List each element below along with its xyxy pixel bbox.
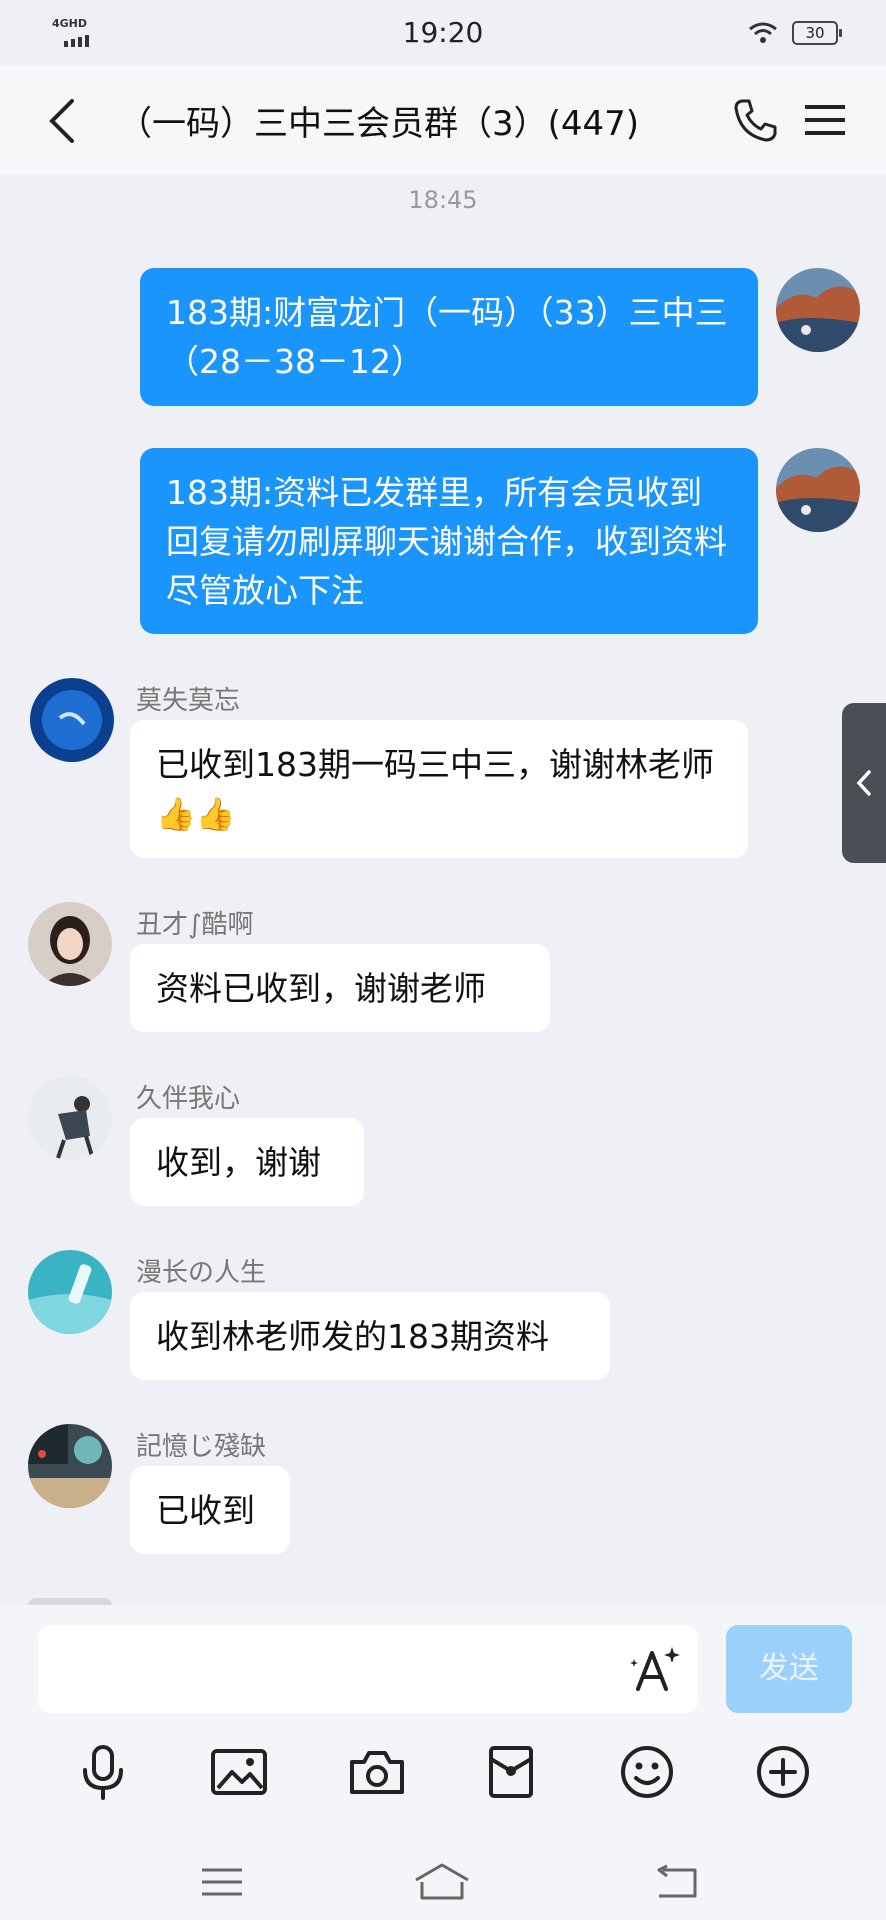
avatar-landscape-icon <box>776 448 860 532</box>
message-text: 183期:财富龙门（一码）（33）三中三（28－38－12） <box>166 293 728 381</box>
message-text: 资料已收到，谢谢老师 <box>156 969 486 1008</box>
red-packet-icon <box>489 1746 533 1798</box>
nav-menu-button[interactable] <box>192 1857 252 1907</box>
microphone-icon <box>83 1745 123 1800</box>
chevron-left-icon <box>49 99 74 143</box>
camera-icon <box>350 1751 404 1794</box>
menu-button[interactable] <box>800 94 850 146</box>
message-input[interactable] <box>38 1625 698 1713</box>
avatar[interactable] <box>776 448 860 532</box>
phone-icon <box>734 99 777 142</box>
avatar-bottle-icon <box>28 1250 112 1334</box>
avatar-person-icon <box>28 902 112 986</box>
avatar[interactable] <box>30 678 114 762</box>
nav-home-button[interactable] <box>412 1857 472 1907</box>
message-text: 收到，谢谢 <box>156 1143 321 1182</box>
camera-button[interactable] <box>342 1737 412 1807</box>
avatar-landscape-icon <box>776 268 860 352</box>
side-panel-toggle[interactable] <box>842 703 886 863</box>
avatar[interactable] <box>28 902 112 986</box>
incoming-message[interactable]: 已收到183期一码三中三，谢谢林老师 👍👍 <box>130 720 748 858</box>
font-style-button[interactable] <box>628 1645 682 1695</box>
emoji-button[interactable] <box>612 1737 682 1807</box>
avatar[interactable] <box>28 1250 112 1334</box>
composer-area: 发送 <box>0 1605 886 1920</box>
nav-back-button[interactable] <box>646 1857 706 1907</box>
red-packet-button[interactable] <box>476 1737 546 1807</box>
sender-name: 丑才∫酷啊 <box>136 910 254 940</box>
avatar[interactable] <box>28 1076 112 1160</box>
message-text: 收到林老师发的183期资料 <box>156 1317 549 1356</box>
message-text: 已收到 <box>156 1491 255 1530</box>
smiley-icon <box>621 1746 673 1798</box>
outgoing-message[interactable]: 183期:财富龙门（一码）（33）三中三（28－38－12） <box>140 268 758 406</box>
message-text: 183期:资料已发群里，所有会员收到回复请勿刷屏聊天谢谢合作，收到资料尽管放心下… <box>166 473 727 610</box>
message-text: 已收到183期一码三中三，谢谢林老师 <box>156 745 714 784</box>
sender-name: 莫失莫忘 <box>136 686 241 716</box>
incoming-message[interactable]: 资料已收到，谢谢老师 <box>130 944 550 1032</box>
avatar-person-icon <box>28 1076 112 1160</box>
avatar[interactable] <box>28 1424 112 1508</box>
system-nav-bar <box>0 1847 886 1920</box>
send-button[interactable]: 发送 <box>726 1625 852 1713</box>
avatar[interactable] <box>776 268 860 352</box>
incoming-message[interactable]: 已收到 <box>130 1466 290 1554</box>
image-button[interactable] <box>204 1737 274 1807</box>
more-button[interactable] <box>748 1737 818 1807</box>
image-icon <box>211 1749 267 1795</box>
sender-name: 漫长の人生 <box>136 1258 267 1288</box>
back-icon <box>657 1864 697 1898</box>
back-button[interactable] <box>40 96 84 146</box>
hamburger-icon <box>805 105 845 135</box>
menu-icon <box>202 1868 242 1896</box>
incoming-message[interactable]: 收到，谢谢 <box>130 1118 364 1206</box>
voice-button[interactable] <box>68 1737 138 1807</box>
thumbs-up-icon: 👍👍 <box>156 795 236 833</box>
sender-name: 久伴我心 <box>136 1084 241 1114</box>
plus-circle-icon <box>757 1746 809 1798</box>
font-style-icon <box>630 1647 680 1691</box>
status-time: 19:20 <box>402 16 484 49</box>
chat-title: （一码）三中三会员群（3）(447) <box>118 104 640 144</box>
avatar-ocean-icon <box>30 678 114 762</box>
call-button[interactable] <box>730 94 782 146</box>
chat-header: （一码）三中三会员群（3）(447) <box>0 66 886 174</box>
chevron-left-icon <box>856 770 871 796</box>
composer-toolbar <box>0 1737 886 1817</box>
avatar-street-icon <box>28 1424 112 1508</box>
sender-name: 記憶じ殘缺 <box>136 1432 267 1462</box>
home-icon <box>415 1863 469 1900</box>
chat-timestamp: 18:45 <box>408 186 478 214</box>
incoming-message[interactable]: 收到林老师发的183期资料 <box>130 1292 610 1380</box>
outgoing-message[interactable]: 183期:资料已发群里，所有会员收到回复请勿刷屏聊天谢谢合作，收到资料尽管放心下… <box>140 448 758 634</box>
